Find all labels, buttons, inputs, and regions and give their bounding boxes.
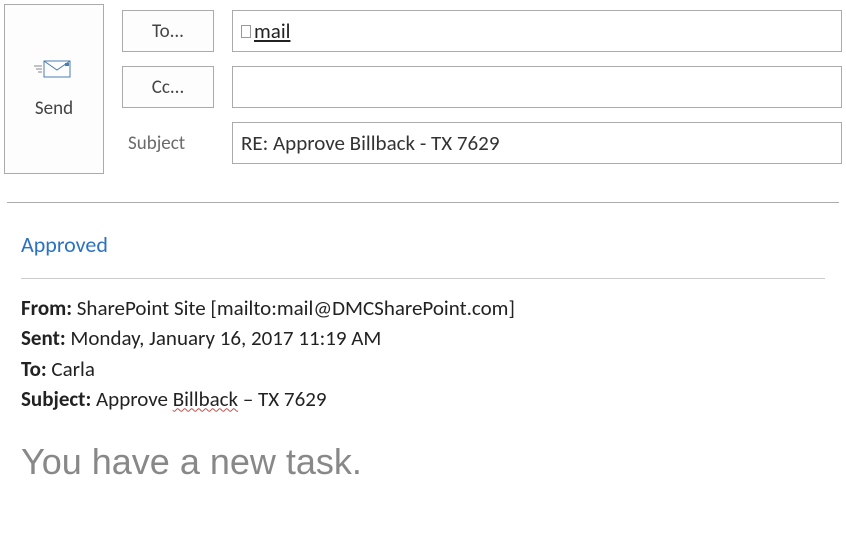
subject-prefix: Approve [96,386,173,412]
cc-button[interactable]: Cc... [122,66,214,108]
recipient-chip[interactable]: mail [241,18,290,44]
to-row: To... mail [122,10,842,52]
quote-subject: Subject: Approve Billback – TX 7629 [21,384,825,414]
message-body[interactable]: Approved From: SharePoint Site [mailto:m… [7,202,839,497]
subject-meta-label: Subject: [21,386,91,412]
sent-label: Sent: [21,325,66,351]
from-label: From: [21,295,72,321]
to-meta-value: Carla [51,356,94,382]
fields-column: To... mail Cc... Subject [122,4,842,178]
compose-header: Send To... mail Cc... Subject [0,0,846,182]
quote-divider [21,278,825,279]
to-input[interactable]: mail [232,10,842,52]
send-button[interactable]: Send [4,4,104,174]
to-meta-label: To: [21,356,47,382]
cc-input[interactable] [232,66,842,108]
sent-value: Monday, January 16, 2017 11:19 AM [70,325,381,351]
subject-squiggle: Billback [173,386,238,412]
subject-input[interactable] [241,130,833,156]
quote-to: To: Carla [21,354,825,384]
from-value: SharePoint Site [mailto:mail@DMCSharePoi… [77,295,515,321]
send-envelope-icon [34,59,74,79]
subject-label: Subject [122,132,214,155]
send-label: Send [35,97,73,120]
quote-from: From: SharePoint Site [mailto:mail@DMCSh… [21,293,825,323]
task-heading: You have a new task. [21,441,825,483]
reply-text: Approved [21,231,825,258]
subject-row: Subject [122,122,842,164]
subject-suffix: – TX 7629 [238,386,326,412]
recipient-name: mail [254,18,290,44]
to-button[interactable]: To... [122,10,214,52]
subject-input-wrapper[interactable] [232,122,842,164]
quote-sent: Sent: Monday, January 16, 2017 11:19 AM [21,323,825,353]
cc-row: Cc... [122,66,842,108]
presence-icon [241,25,251,38]
